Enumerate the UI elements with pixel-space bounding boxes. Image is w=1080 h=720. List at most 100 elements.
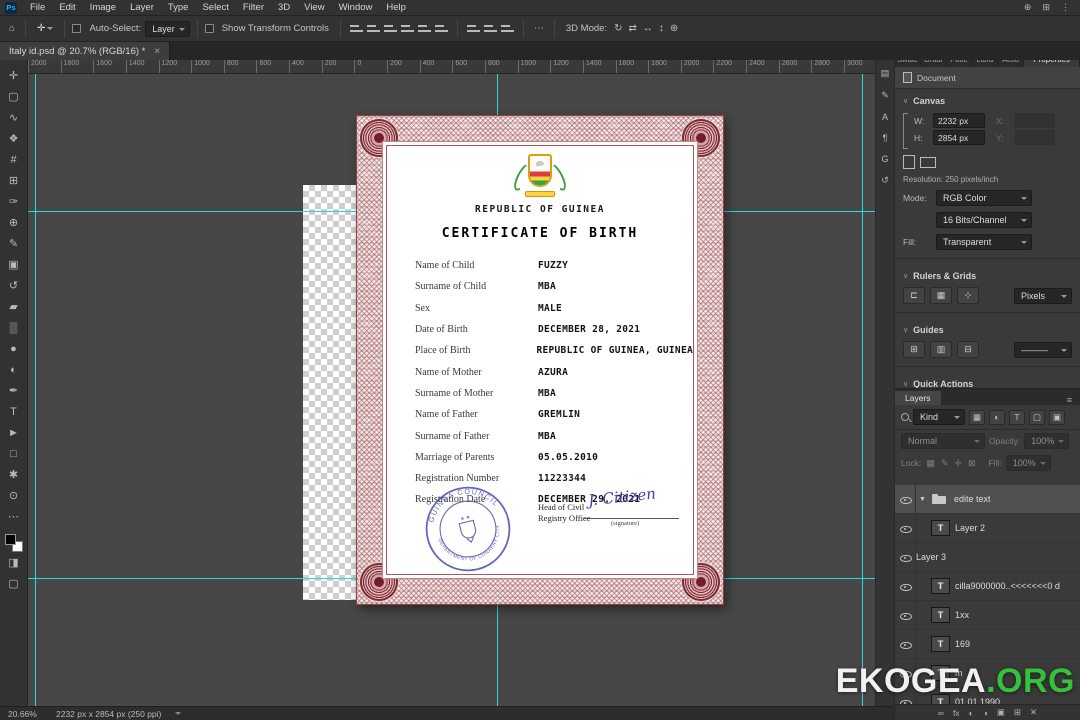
edit-toolbar-icon[interactable]: ⋯ — [3, 506, 25, 527]
align-center-v-icon[interactable] — [417, 22, 431, 35]
layer-thumbnail[interactable]: T — [931, 607, 950, 623]
visibility-cell[interactable] — [895, 630, 916, 658]
align-bottom-icon[interactable] — [434, 22, 448, 35]
layer-filter-kind-dropdown[interactable]: Kind — [913, 409, 965, 425]
eye-icon[interactable] — [899, 493, 912, 505]
layer-thumbnail[interactable]: T — [931, 520, 950, 536]
close-tab-icon[interactable]: × — [154, 46, 160, 57]
units-dropdown[interactable]: Pixels — [1014, 287, 1072, 304]
layer-row[interactable]: T cilla9000000..<<<<<<<0 d — [895, 572, 1080, 601]
portrait-orientation-icon[interactable] — [903, 155, 915, 169]
zoom-level-field[interactable]: 20.66% — [8, 709, 42, 719]
canvas-fill-dropdown[interactable]: Transparent — [936, 234, 1032, 250]
blend-mode-dropdown[interactable]: Normal — [901, 433, 985, 449]
3d-scale-icon[interactable]: ⊕ — [670, 23, 678, 34]
visibility-cell[interactable] — [895, 601, 916, 629]
history-panel-icon[interactable]: ↺ — [881, 175, 889, 186]
layer-thumbnail[interactable] — [930, 491, 949, 507]
swatches-panel-icon[interactable]: ▤ — [881, 68, 890, 79]
layer-row[interactable]: T 169 — [895, 630, 1080, 659]
new-guide-icon[interactable]: ⊞ — [903, 341, 925, 358]
horizontal-ruler[interactable]: 2000 1800 1600 1400 1200 1000 800 600 40… — [28, 60, 875, 74]
guide-style-dropdown[interactable]: ——— — [1014, 341, 1072, 358]
more-icon[interactable]: ⋮ — [1061, 2, 1070, 13]
3d-pan-icon[interactable]: ↔ — [643, 23, 653, 34]
new-layer-icon[interactable]: ⊞ — [1014, 707, 1021, 718]
height-field[interactable]: 2854 px — [933, 130, 985, 145]
healing-brush-tool[interactable]: ⊕ — [3, 212, 25, 233]
layer-row[interactable]: Layer 3 — [895, 543, 1080, 572]
eye-icon[interactable] — [899, 522, 912, 534]
home-icon[interactable]: ⌂ — [9, 23, 15, 34]
glyphs-panel-icon[interactable]: G — [881, 154, 888, 164]
marquee-tool[interactable]: ▢ — [3, 86, 25, 107]
delete-layer-icon[interactable]: ✕ — [1030, 707, 1037, 718]
menu-item[interactable]: Image — [83, 0, 123, 16]
hand-tool[interactable]: ✱ — [3, 464, 25, 485]
document-tab[interactable]: Italy id.psd @ 20.7% (RGB/16) * × — [0, 42, 171, 60]
quick-mask-icon[interactable]: ◨ — [3, 552, 25, 573]
layer-name[interactable]: Layer 3 — [916, 552, 946, 562]
menu-item[interactable]: Select — [195, 0, 235, 16]
landscape-orientation-icon[interactable] — [920, 156, 936, 168]
more-options-icon[interactable]: ⋯ — [534, 23, 544, 34]
frame-tool[interactable]: ⊞ — [3, 170, 25, 191]
show-transform-checkbox[interactable] — [204, 24, 214, 33]
guides-section-header[interactable]: ∨ Guides — [895, 318, 1080, 338]
brush-tool[interactable]: ✎ — [3, 233, 25, 254]
status-options-icon[interactable] — [175, 712, 182, 718]
adjustment-layer-icon[interactable]: ◑ — [983, 708, 988, 718]
color-mode-dropdown[interactable]: RGB Color — [936, 190, 1032, 206]
new-group-icon[interactable]: ▣ — [997, 707, 1005, 718]
menu-item[interactable]: Filter — [236, 0, 271, 16]
history-brush-tool[interactable]: ↺ — [3, 275, 25, 296]
link-dimensions-icon[interactable] — [903, 113, 908, 149]
layer-name[interactable]: 169 — [955, 639, 970, 649]
layer-name[interactable]: cilla9000000..<<<<<<<0 d — [955, 581, 1060, 591]
menu-item[interactable]: Help — [379, 0, 413, 16]
guide-layout-icon[interactable]: ▥ — [930, 341, 952, 358]
shape-tool[interactable]: □ — [3, 443, 25, 464]
layer-name[interactable]: edite text — [954, 494, 991, 504]
layer-effects-icon[interactable]: fx — [953, 708, 960, 718]
lasso-tool[interactable]: ∿ — [3, 107, 25, 128]
layer-mask-icon[interactable]: ◐ — [969, 708, 974, 718]
distribute-spacing-icon[interactable] — [500, 22, 514, 35]
eraser-tool[interactable]: ▰ — [3, 296, 25, 317]
grid-toggle-icon[interactable]: ▦ — [930, 287, 952, 304]
panel-menu-icon[interactable]: ≡ — [1067, 395, 1080, 405]
brushes-panel-icon[interactable]: ✎ — [881, 90, 889, 101]
quick-selection-tool[interactable]: ❖ — [3, 128, 25, 149]
menu-item[interactable]: Type — [161, 0, 196, 16]
filter-shape-icon[interactable]: ▢ — [1029, 409, 1045, 425]
filter-pixel-icon[interactable]: ▦ — [969, 409, 985, 425]
layer-thumbnail[interactable]: T — [931, 636, 950, 652]
snap-toggle-icon[interactable]: ⊹ — [957, 287, 979, 304]
path-selection-tool[interactable]: ► — [3, 422, 25, 443]
birth-certificate-document[interactable]: REPUBLIC OF GUINEA CERTIFICATE OF BIRTH … — [356, 115, 724, 605]
filter-smart-icon[interactable]: ▣ — [1049, 409, 1065, 425]
width-field[interactable]: 2232 px — [933, 113, 985, 128]
layer-name[interactable]: 1xx — [955, 610, 969, 620]
character-panel-icon[interactable]: A — [882, 112, 888, 122]
layer-row[interactable]: T 1xx — [895, 601, 1080, 630]
menu-item[interactable]: Edit — [52, 0, 82, 16]
lock-pixels-icon[interactable]: ✎ — [941, 458, 949, 469]
distribute-h-icon[interactable] — [466, 22, 480, 35]
visibility-cell[interactable] — [895, 485, 916, 513]
canvas-viewport[interactable]: REPUBLIC OF GUINEA CERTIFICATE OF BIRTH … — [28, 74, 875, 706]
visibility-cell[interactable] — [895, 514, 916, 542]
filter-adjustment-icon[interactable]: ◐ — [989, 409, 1005, 425]
clear-guides-icon[interactable]: ⊟ — [957, 341, 979, 358]
screen-mode-icon[interactable]: ▢ — [3, 573, 25, 594]
vertical-guide[interactable] — [35, 74, 36, 706]
vertical-guide[interactable] — [862, 74, 863, 706]
gradient-tool[interactable]: ▒ — [3, 317, 25, 338]
type-tool[interactable]: T — [3, 401, 25, 422]
menu-item[interactable]: View — [297, 0, 331, 16]
eye-icon[interactable] — [899, 638, 912, 650]
link-layers-icon[interactable]: ∞ — [938, 708, 944, 718]
opacity-field[interactable]: 100% — [1024, 433, 1070, 449]
eye-icon[interactable] — [899, 551, 912, 563]
layer-thumbnail[interactable]: T — [931, 578, 950, 594]
